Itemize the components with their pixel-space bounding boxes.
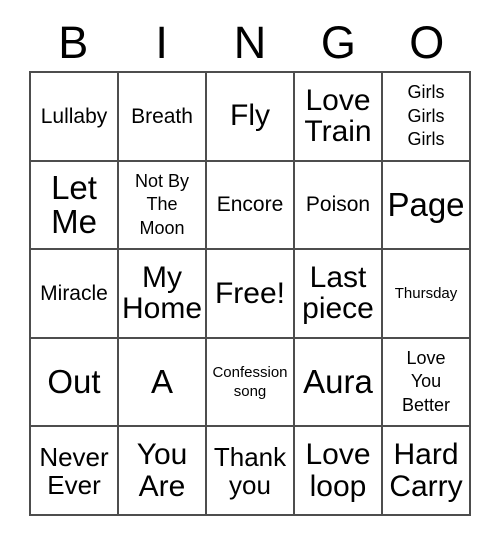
bingo-cell-b5[interactable]: Never Ever [31, 427, 119, 516]
bingo-header-letter-b: B [58, 17, 89, 68]
bingo-cell-label: A [150, 362, 173, 400]
bingo-cell-label: Let Me [51, 168, 97, 240]
bingo-cell-i3[interactable]: My Home [119, 250, 207, 339]
bingo-cell-free-space[interactable]: Free! [207, 250, 295, 339]
bingo-cell-g2[interactable]: Poison [295, 161, 383, 251]
bingo-cell-label: Last piece [302, 260, 374, 326]
bingo-cell-label: Never Ever [39, 441, 109, 500]
bingo-cell-o5[interactable]: Hard Carry [383, 427, 471, 516]
bingo-cell-label: Confession song [212, 363, 288, 401]
bingo-cell-label: Love loop [305, 437, 371, 503]
bingo-cell-i4[interactable]: A [119, 338, 207, 428]
bingo-cell-g3[interactable]: Last piece [295, 250, 383, 339]
bingo-cell-i1[interactable]: Breath [119, 73, 207, 162]
bingo-cell-label: Out [47, 362, 101, 400]
bingo-cell-o1[interactable]: Girls Girls Girls [383, 73, 471, 162]
bingo-cell-label: Love Train [304, 83, 372, 149]
bingo-cell-b1[interactable]: Lullaby [31, 73, 119, 162]
bingo-cell-o4[interactable]: Love You Better [383, 338, 471, 428]
bingo-cell-label: Love You Better [401, 347, 451, 415]
bingo-cell-label: Fly [230, 99, 270, 133]
bingo-cell-label: Thank you [213, 441, 287, 500]
bingo-free-space-label: Free! [214, 276, 286, 310]
bingo-cell-g4[interactable]: Aura [295, 338, 383, 428]
bingo-cell-n2[interactable]: Encore [207, 161, 295, 251]
bingo-cell-label: Miracle [40, 281, 108, 305]
bingo-cell-label: You Are [136, 437, 188, 503]
bingo-cell-label: Poison [305, 193, 371, 217]
bingo-cell-n5[interactable]: Thank you [207, 427, 295, 516]
bingo-cell-label: Lullaby [40, 104, 108, 128]
bingo-cell-i5[interactable]: You Are [119, 427, 207, 516]
bingo-cell-b3[interactable]: Miracle [31, 250, 119, 339]
bingo-cell-b2[interactable]: Let Me [31, 161, 119, 251]
bingo-cell-label: Not By The Moon [134, 170, 190, 238]
bingo-cell-label: Breath [131, 104, 193, 128]
bingo-header-row: B I N G O [29, 14, 471, 71]
bingo-header-letter-n: N [233, 17, 267, 68]
bingo-header-letter-o: O [409, 17, 445, 68]
bingo-cell-label: Hard Carry [389, 437, 463, 503]
bingo-header-letter-g: G [320, 17, 356, 68]
bingo-cell-label: Page [387, 185, 465, 223]
bingo-cell-label: Girls Girls Girls [407, 82, 445, 149]
bingo-cell-o3[interactable]: Thursday [383, 250, 471, 339]
bingo-cell-label: My Home [121, 260, 203, 326]
bingo-cell-g1[interactable]: Love Train [295, 73, 383, 162]
bingo-grid: Lullaby Breath Fly Love Train Girls Girl… [29, 71, 471, 516]
bingo-cell-n4[interactable]: Confession song [207, 338, 295, 428]
bingo-card: B I N G O Lullaby Breath Fly Love Train … [29, 14, 471, 516]
bingo-cell-label: Thursday [394, 284, 458, 302]
bingo-cell-g5[interactable]: Love loop [295, 427, 383, 516]
bingo-cell-i2[interactable]: Not By The Moon [119, 161, 207, 251]
bingo-cell-o2[interactable]: Page [383, 161, 471, 251]
bingo-cell-label: Encore [216, 193, 284, 217]
bingo-cell-n1[interactable]: Fly [207, 73, 295, 162]
bingo-cell-label: Aura [303, 362, 373, 400]
bingo-header-letter-i: I [155, 17, 168, 68]
bingo-cell-b4[interactable]: Out [31, 338, 119, 428]
